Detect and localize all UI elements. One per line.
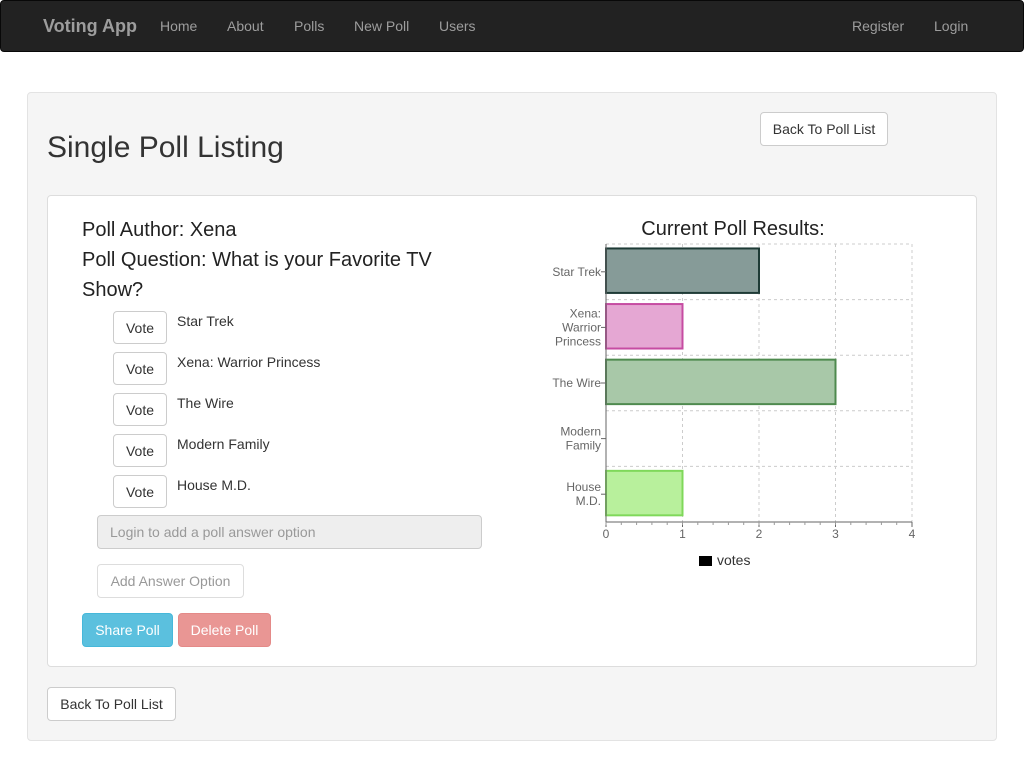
vote-button-modern-family[interactable]: Vote	[113, 434, 167, 467]
nav-users[interactable]: Users	[439, 18, 476, 34]
back-to-poll-list-button-top[interactable]: Back To Poll List	[760, 112, 888, 146]
add-answer-option-button[interactable]: Add Answer Option	[97, 564, 244, 598]
nav-polls[interactable]: Polls	[294, 18, 324, 34]
vote-button-house-md[interactable]: Vote	[113, 475, 167, 508]
vote-button-star-trek[interactable]: Vote	[113, 311, 167, 344]
nav-about[interactable]: About	[227, 18, 264, 34]
nav-home[interactable]: Home	[160, 18, 197, 34]
page-title: Single Poll Listing	[47, 131, 284, 164]
nav-register[interactable]: Register	[852, 18, 904, 34]
add-option-input[interactable]: Login to add a poll answer option	[97, 515, 482, 549]
option-label-star-trek: Star Trek	[177, 313, 234, 329]
back-to-poll-list-button-bottom[interactable]: Back To Poll List	[47, 687, 176, 721]
share-poll-button[interactable]: Share Poll	[82, 613, 173, 647]
option-label-the-wire: The Wire	[177, 395, 234, 411]
option-label-house-md: House M.D.	[177, 477, 251, 493]
poll-question-line2: Show?	[82, 279, 144, 301]
nav-new-poll[interactable]: New Poll	[354, 18, 409, 34]
brand-link[interactable]: Voting App	[43, 16, 137, 37]
nav-login[interactable]: Login	[934, 18, 968, 34]
poll-author: Poll Author: Xena	[82, 219, 237, 241]
delete-poll-button[interactable]: Delete Poll	[178, 613, 271, 647]
option-label-modern-family: Modern Family	[177, 436, 270, 452]
poll-question-line1: Poll Question: What is your Favorite TV	[82, 249, 432, 271]
vote-button-the-wire[interactable]: Vote	[113, 393, 167, 426]
chart-title: Current Poll Results:	[641, 218, 825, 240]
vote-button-xena[interactable]: Vote	[113, 352, 167, 385]
navbar: Voting App Home About Polls New Poll Use…	[0, 0, 1024, 52]
option-label-xena: Xena: Warrior Princess	[177, 354, 321, 370]
